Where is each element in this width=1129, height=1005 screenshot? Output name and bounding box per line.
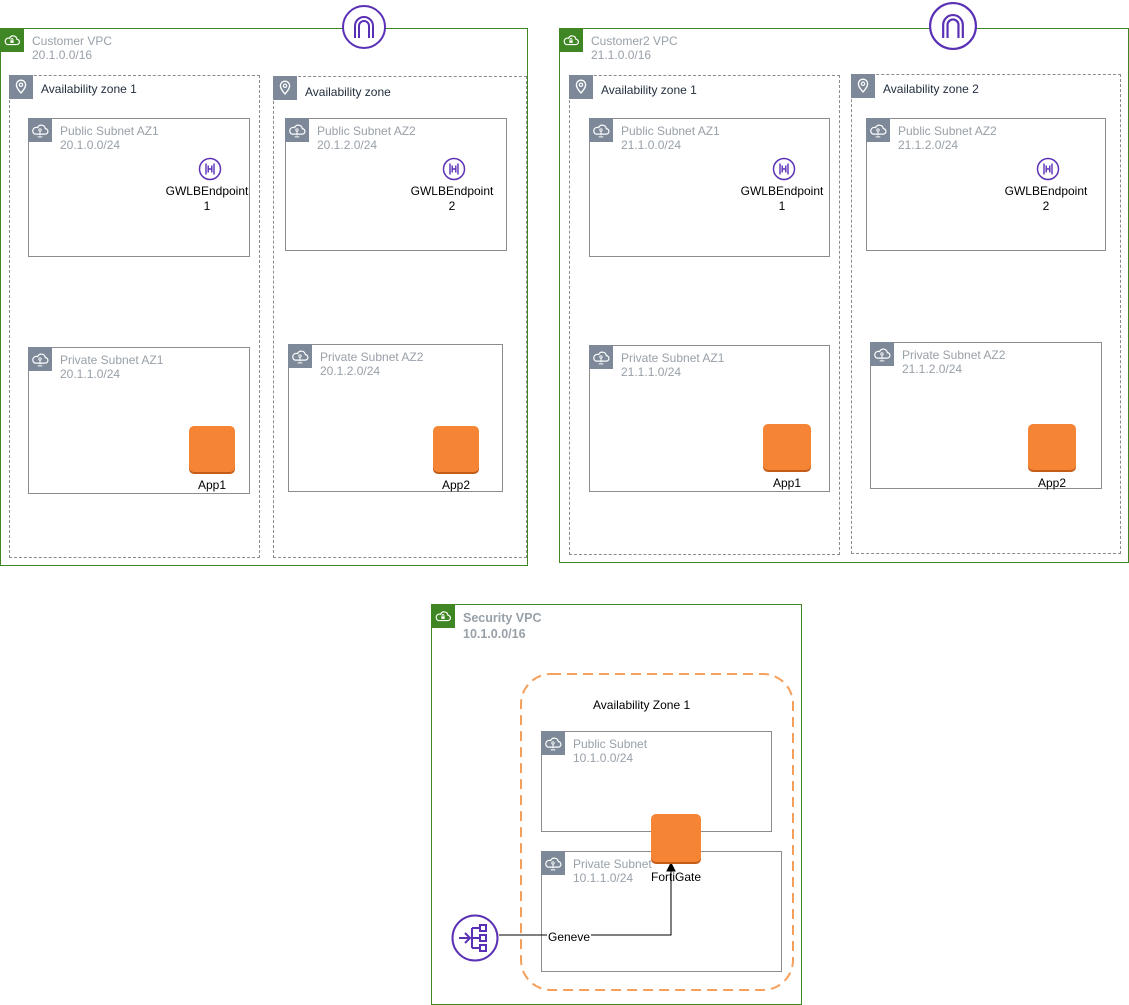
az-label: Availability zone <box>305 85 391 99</box>
internet-gateway-icon <box>929 2 977 50</box>
az-label: Availability Zone 1 <box>593 698 691 712</box>
az-label: Availability zone 2 <box>883 82 979 96</box>
subnet-label: Public Subnet 10.1.0.0/24 <box>573 737 648 765</box>
availability-zone-pin-icon <box>273 76 297 100</box>
subnet-cloud-icon <box>589 118 613 142</box>
subnet-label: Private Subnet AZ1 21.1.1.0/24 <box>621 351 725 379</box>
subnet-cloud-icon <box>866 118 890 142</box>
vpc-label: Customer VPC 20.1.0.0/16 <box>32 34 113 62</box>
gwlb-endpoint-icon <box>772 157 796 181</box>
subnet-label: Private Subnet AZ1 20.1.1.0/24 <box>60 353 164 381</box>
az-label: Availability zone 1 <box>41 82 137 96</box>
gateway-load-balancer-icon <box>451 914 499 962</box>
subnet-label: Public Subnet AZ1 21.1.0.0/24 <box>621 124 720 152</box>
subnet-cloud-icon <box>589 345 613 369</box>
subnet-label: Public Subnet AZ1 20.1.0.0/24 <box>60 124 159 152</box>
ec2-instance-icon <box>433 426 479 472</box>
vpc-cloud-lock-icon <box>559 28 583 52</box>
vpc-label: Customer2 VPC 21.1.0.0/16 <box>591 34 678 62</box>
subnet-cloud-icon <box>288 344 312 368</box>
subnet-label: Public Subnet AZ2 21.1.2.0/24 <box>898 124 997 152</box>
subnet-label: Private Subnet AZ2 20.1.2.0/24 <box>320 350 424 378</box>
fortigate-ec2-icon <box>651 814 701 862</box>
gwlb-endpoint-label: GWLBEndpoint 2 <box>410 184 494 213</box>
connection-label: Geneve <box>547 930 592 944</box>
fortigate-label: FortiGate <box>651 870 702 884</box>
ec2-instance-icon <box>189 426 235 472</box>
subnet-cloud-icon <box>541 731 565 755</box>
app-label: App1 <box>197 478 227 492</box>
availability-zone-pin-icon <box>9 75 33 99</box>
subnet-cloud-icon <box>285 118 309 142</box>
subnet-label: Private Subnet AZ2 21.1.2.0/24 <box>902 348 1006 376</box>
ec2-instance-icon <box>763 424 811 470</box>
gwlb-endpoint-label: GWLBEndpoint 1 <box>740 184 824 213</box>
internet-gateway-icon <box>342 5 386 49</box>
subnet-cloud-icon <box>28 118 52 142</box>
app-label: App2 <box>1037 476 1067 490</box>
gwlb-endpoint-label: GWLBEndpoint 1 <box>165 184 249 213</box>
gwlb-endpoint-icon <box>442 157 466 181</box>
subnet-label: Public Subnet AZ2 20.1.2.0/24 <box>317 124 416 152</box>
app-label: App2 <box>441 478 471 492</box>
subnet-cloud-icon <box>28 347 52 371</box>
az-label: Availability zone 1 <box>601 83 697 97</box>
availability-zone-pin-icon <box>851 74 875 98</box>
subnet-cloud-icon <box>870 342 894 366</box>
gwlb-endpoint-label: GWLBEndpoint 2 <box>1004 184 1088 213</box>
vpc-cloud-lock-icon <box>0 28 24 52</box>
vpc-label: Security VPC 10.1.0.0/16 <box>463 611 542 641</box>
gwlb-endpoint-icon <box>1036 157 1060 181</box>
gwlb-endpoint-icon <box>198 157 222 181</box>
app-label: App1 <box>772 476 802 490</box>
vpc-cloud-lock-icon <box>431 604 455 628</box>
ec2-instance-icon <box>1028 424 1076 470</box>
availability-zone-pin-icon <box>569 75 593 99</box>
